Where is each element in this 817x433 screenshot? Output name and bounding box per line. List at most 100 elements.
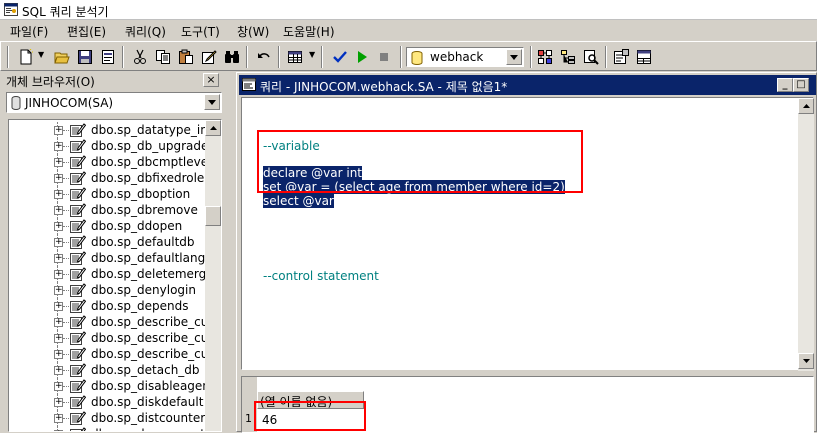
results-grid[interactable]: (열 이름 없음) 1 46 xyxy=(241,376,814,433)
tree-item[interactable]: + dbo.sp_diskdefault xyxy=(9,394,205,410)
tree-item[interactable]: + dbo.sp_datatype_inf xyxy=(9,122,212,138)
query-window-title-bar[interactable]: 쿼리 - JINHOCOM.webhack.SA - 제목 없음1* _ □ × xyxy=(239,75,816,95)
menu-query[interactable]: 쿼리(Q) xyxy=(123,23,168,40)
menu-help[interactable]: 도움말(H) xyxy=(281,23,337,40)
find-button[interactable] xyxy=(221,46,243,68)
clear-window-button[interactable] xyxy=(198,46,220,68)
results-mode-button[interactable] xyxy=(284,46,306,68)
expand-plus-icon[interactable]: + xyxy=(54,174,63,183)
result-cell[interactable]: 46 xyxy=(262,413,277,427)
connection-properties-button[interactable] xyxy=(610,46,632,68)
expand-plus-icon[interactable]: + xyxy=(54,366,63,375)
tree-item[interactable]: + dbo.sp_dbremove xyxy=(9,202,205,218)
insert-template-button[interactable] xyxy=(97,46,119,68)
cancel-query-button[interactable] xyxy=(373,46,395,68)
expand-plus-icon[interactable]: + xyxy=(54,142,63,151)
tree-item[interactable]: + dbo.sp_describe_cu xyxy=(9,314,209,330)
show-plan-button[interactable] xyxy=(534,46,556,68)
close-icon[interactable]: × xyxy=(203,73,219,87)
tree-connector xyxy=(63,242,69,243)
tree-item[interactable]: + dbo.sp_dbfixedrolep xyxy=(9,170,212,186)
expand-plus-icon[interactable]: + xyxy=(54,398,63,407)
expand-plus-icon[interactable]: + xyxy=(54,254,63,263)
menu-tools[interactable]: 도구(T) xyxy=(179,23,222,40)
object-tree[interactable]: + dbo.sp_datatype_inf + dbo.sp_db_upgrade + d… xyxy=(8,119,222,432)
parse-query-button[interactable] xyxy=(329,46,351,68)
expand-plus-icon[interactable]: + xyxy=(54,382,63,391)
chevron-down-icon[interactable] xyxy=(204,94,220,110)
menu-bar: 파일(F) 편집(E) 쿼리(Q) 도구(T) 창(W) 도움말(H) xyxy=(0,21,817,41)
tree-item[interactable]: + dbo.sp_dboption xyxy=(9,186,205,202)
column-header[interactable]: (열 이름 없음) xyxy=(257,391,364,409)
tree-connector xyxy=(63,146,69,147)
show-results-pane-button[interactable] xyxy=(633,46,655,68)
menu-edit[interactable]: 편집(E) xyxy=(65,23,108,40)
expand-plus-icon[interactable]: + xyxy=(54,414,63,423)
expand-plus-icon[interactable]: + xyxy=(54,190,63,199)
scroll-thumb[interactable] xyxy=(205,206,221,226)
undo-button[interactable] xyxy=(253,46,275,68)
save-button[interactable] xyxy=(74,46,96,68)
chevron-down-icon[interactable] xyxy=(506,49,522,65)
scroll-up-icon[interactable] xyxy=(205,120,221,136)
scroll-up-icon[interactable] xyxy=(798,98,814,114)
expand-plus-icon[interactable]: + xyxy=(54,270,63,279)
new-query-button[interactable] xyxy=(15,46,37,68)
expand-plus-icon[interactable]: + xyxy=(54,302,63,311)
object-browser-title: 개체 브라우저(O) xyxy=(6,75,95,89)
tree-connector xyxy=(63,338,69,339)
open-button[interactable] xyxy=(51,46,73,68)
editor-scrollbar[interactable] xyxy=(798,98,814,371)
expand-plus-icon[interactable]: + xyxy=(54,206,63,215)
chevron-down-icon[interactable]: ▼ xyxy=(309,50,315,59)
server-select[interactable]: JINHOCOM(SA) xyxy=(6,92,222,113)
chevron-down-icon[interactable]: ▼ xyxy=(38,50,44,59)
tree-connector xyxy=(63,130,69,131)
copy-button[interactable] xyxy=(152,46,174,68)
tree-item[interactable]: + dbo.sp_describe_cu xyxy=(9,330,208,346)
tree-item-label: dbo.sp_describe_cu xyxy=(91,315,209,329)
tree-item[interactable]: + dbo.sp_depends xyxy=(9,298,205,314)
cut-button[interactable] xyxy=(129,46,151,68)
expand-plus-icon[interactable]: + xyxy=(54,222,63,231)
expand-plus-icon[interactable]: + xyxy=(54,286,63,295)
object-search-button[interactable] xyxy=(580,46,602,68)
object-browser-button[interactable] xyxy=(557,46,579,68)
scroll-down-icon[interactable] xyxy=(798,353,814,369)
tree-item[interactable]: + dbo.sp_dbcmptlevel xyxy=(9,154,211,170)
tree-scrollbar[interactable] xyxy=(205,120,221,431)
expand-plus-icon[interactable]: + xyxy=(54,238,63,247)
expand-plus-icon[interactable]: + xyxy=(54,318,63,327)
query-editor[interactable]: --variable declare @var int set @var = (… xyxy=(241,97,814,371)
tree-item-label: dbo.sp_db_upgrade xyxy=(91,139,209,153)
menu-file[interactable]: 파일(F) xyxy=(8,23,50,40)
tree-connector xyxy=(63,258,69,259)
tree-item[interactable]: + dbo.sp_disableagen xyxy=(9,378,210,394)
toolbar-separator xyxy=(605,46,607,68)
paste-button[interactable] xyxy=(175,46,197,68)
query-analyzer-icon xyxy=(4,3,18,16)
minimize-icon[interactable]: _ xyxy=(777,78,793,92)
expand-plus-icon[interactable]: + xyxy=(54,334,63,343)
expand-plus-icon[interactable]: + xyxy=(54,126,63,135)
code-line-declare: declare @var int xyxy=(263,166,362,180)
menu-window[interactable]: 창(W) xyxy=(235,23,271,40)
tree-item[interactable]: + dbo.sp_defaultdb xyxy=(9,234,205,250)
tree-item[interactable]: + dbo.sp_deletemerge xyxy=(9,266,214,282)
tree-item[interactable]: + dbo.sp_distcounters xyxy=(9,410,211,426)
database-select[interactable]: webhack xyxy=(406,47,524,67)
tree-item[interactable]: + dbo.sp_db_upgrade xyxy=(9,138,209,154)
maximize-icon[interactable]: □ xyxy=(793,78,809,92)
expand-plus-icon[interactable]: + xyxy=(54,350,63,359)
tree-item[interactable]: + dbo.sp_ddopen xyxy=(9,218,205,234)
tree-connector xyxy=(63,290,69,291)
tree-item[interactable]: + dbo.sp_defaultlangu xyxy=(9,250,213,266)
expand-plus-icon[interactable]: + xyxy=(54,158,63,167)
tree-item[interactable]: + dbo.sp_denylogin xyxy=(9,282,205,298)
execute-query-button[interactable] xyxy=(351,46,373,68)
query-window: 쿼리 - JINHOCOM.webhack.SA - 제목 없음1* _ □ ×… xyxy=(236,72,817,433)
tree-item[interactable]: + dbo.sp_detach_db xyxy=(9,362,205,378)
tree-item[interactable]: +dbo.sp_drop_agent xyxy=(9,426,205,431)
tree-item[interactable]: + dbo.sp_describe_cu xyxy=(9,346,208,362)
tree-item-label: dbo.sp_datatype_inf xyxy=(91,123,213,137)
